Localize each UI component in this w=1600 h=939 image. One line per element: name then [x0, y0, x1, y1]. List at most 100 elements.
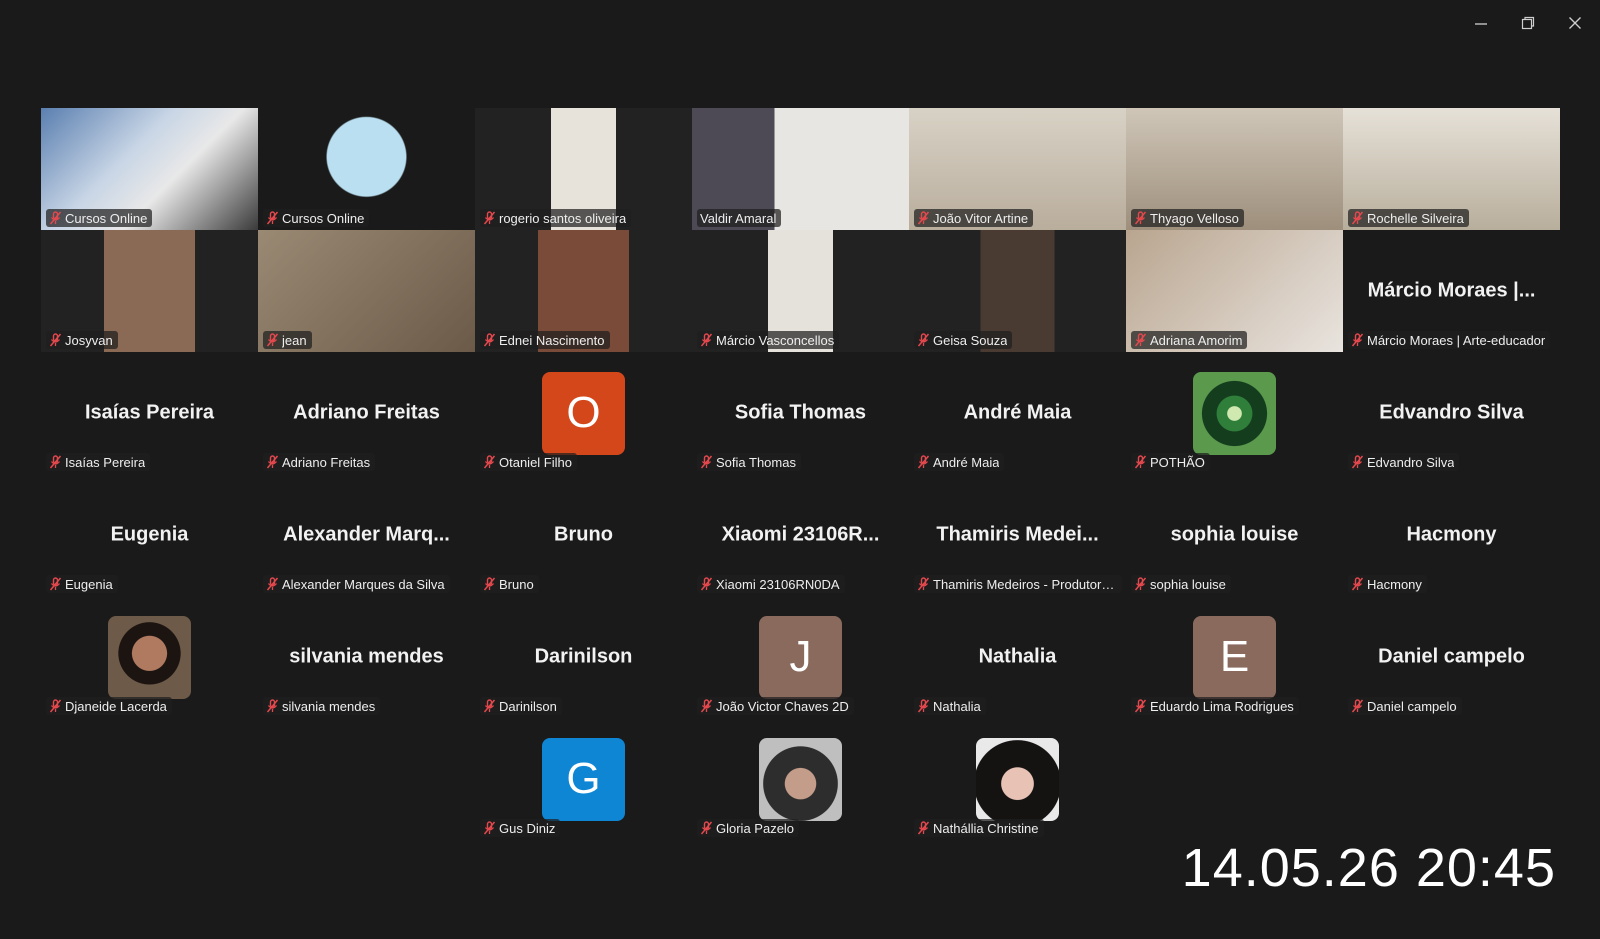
participant-tile[interactable]: André Maia André Maia	[909, 352, 1126, 474]
participant-tile[interactable]: Cursos Online	[41, 108, 258, 230]
participant-name: Isaías Pereira	[65, 454, 146, 470]
participant-name: Thamiris Medeiros - Produtora ...	[933, 576, 1117, 592]
participant-name-label: João Victor Chaves 2D	[697, 697, 854, 715]
muted-mic-icon	[1134, 211, 1147, 225]
participant-name: Ednei Nascimento	[499, 332, 605, 348]
minimize-button[interactable]	[1468, 10, 1494, 36]
participant-display-name: Bruno	[554, 523, 613, 546]
participant-tile[interactable]: Adriana Amorim	[1126, 230, 1343, 352]
participant-name-label: Alexander Marques da Silva	[263, 575, 450, 593]
close-icon	[1569, 17, 1581, 29]
restore-icon	[1521, 16, 1535, 30]
participant-name-label: jean	[263, 331, 312, 349]
participant-display-name: Hacmony	[1406, 523, 1497, 546]
participant-name-label: Isaías Pereira	[46, 453, 151, 471]
avatar-photo	[108, 615, 191, 699]
participant-tile[interactable]: Hacmony Hacmony	[1343, 474, 1560, 596]
participant-tile[interactable]: rogerio santos oliveira	[475, 108, 692, 230]
participant-name-label: João Vitor Artine	[914, 209, 1034, 227]
participant-tile[interactable]: Márcio Moraes |... Márcio Moraes | Arte-e…	[1343, 230, 1560, 352]
participant-name-label: Thamiris Medeiros - Produtora ...	[914, 575, 1122, 593]
participant-tile[interactable]: O Otaniel Filho	[475, 352, 692, 474]
participant-name: Sofia Thomas	[716, 454, 796, 470]
muted-mic-icon	[266, 211, 279, 225]
participant-tile[interactable]: POTHÃO	[1126, 352, 1343, 474]
participant-name-label: rogerio santos oliveira	[480, 209, 632, 227]
participant-tile[interactable]: Valdir Amaral	[692, 108, 909, 230]
participant-tile[interactable]: Thamiris Medei... Thamiris Medeiros - Pro…	[909, 474, 1126, 596]
participant-tile[interactable]: jean	[258, 230, 475, 352]
participant-tile[interactable]: Josyvan	[41, 230, 258, 352]
participant-name-label: Gus Diniz	[480, 819, 561, 837]
muted-mic-icon	[483, 577, 496, 591]
participant-tile[interactable]: Rochelle Silveira	[1343, 108, 1560, 230]
participant-tile[interactable]: silvania mendes silvania mendes	[258, 596, 475, 718]
participant-name-label: Daniel campelo	[1348, 697, 1462, 715]
participant-display-name: Márcio Moraes |...	[1367, 279, 1536, 302]
participant-tile[interactable]: Nathalia Nathalia	[909, 596, 1126, 718]
participant-name: Darinilson	[499, 698, 557, 714]
participant-name-label: silvania mendes	[263, 697, 381, 715]
participant-tile[interactable]: Edvandro Silva Edvandro Silva	[1343, 352, 1560, 474]
participant-tile[interactable]: Cursos Online	[258, 108, 475, 230]
participant-tile[interactable]: sophia louise sophia louise	[1126, 474, 1343, 596]
participant-tile[interactable]: Xiaomi 23106R... Xiaomi 23106RN0DA	[692, 474, 909, 596]
participant-tile[interactable]: Bruno Bruno	[475, 474, 692, 596]
participant-tile[interactable]: Eugenia Eugenia	[41, 474, 258, 596]
participant-name: Djaneide Lacerda	[65, 698, 167, 714]
participant-name-label: Hacmony	[1348, 575, 1427, 593]
muted-mic-icon	[483, 699, 496, 713]
avatar: J	[759, 615, 842, 699]
participant-name-label: Thyago Velloso	[1131, 209, 1244, 227]
close-button[interactable]	[1562, 10, 1588, 36]
participant-name-label: Adriana Amorim	[1131, 331, 1248, 349]
timestamp-overlay: 14.05.26 20:45	[1181, 838, 1556, 898]
participant-display-name: Isaías Pereira	[85, 401, 214, 424]
participant-tile[interactable]: Ednei Nascimento	[475, 230, 692, 352]
participant-name-label: Otaniel Filho	[480, 453, 577, 471]
participant-name: jean	[282, 332, 307, 348]
participant-name: Adriana Amorim	[1150, 332, 1243, 348]
participant-name: rogerio santos oliveira	[499, 210, 627, 226]
participant-name-label: Nathállia Christine	[914, 819, 1044, 837]
participant-name: Gus Diniz	[499, 820, 556, 836]
participant-tile[interactable]: Nathállia Christine	[909, 718, 1126, 840]
participant-name-label: Rochelle Silveira	[1348, 209, 1469, 227]
participant-name-label: Valdir Amaral	[697, 209, 782, 227]
participant-tile[interactable]: Alexander Marq... Alexander Marques da Si…	[258, 474, 475, 596]
participant-name-label: Cursos Online	[46, 209, 153, 227]
participant-tile[interactable]: Gloria Pazelo	[692, 718, 909, 840]
participant-tile[interactable]: Darinilson Darinilson	[475, 596, 692, 718]
participant-name-label: Edvandro Silva	[1348, 453, 1460, 471]
participant-display-name: sophia louise	[1170, 523, 1299, 546]
participant-tile[interactable]: Thyago Velloso	[1126, 108, 1343, 230]
muted-mic-icon	[1134, 333, 1147, 347]
participant-name: Eugenia	[65, 576, 113, 592]
participant-tile[interactable]: João Vitor Artine	[909, 108, 1126, 230]
participant-display-name: Adriano Freitas	[293, 401, 440, 424]
muted-mic-icon	[917, 455, 930, 469]
participant-tile[interactable]: G Gus Diniz	[475, 718, 692, 840]
participant-tile[interactable]: Sofia Thomas Sofia Thomas	[692, 352, 909, 474]
participant-name-label: Márcio Moraes | Arte-educador	[1348, 331, 1551, 349]
muted-mic-icon	[266, 455, 279, 469]
participant-tile[interactable]: Daniel campelo Daniel campelo	[1343, 596, 1560, 718]
participant-tile[interactable]: Márcio Vasconcellos	[692, 230, 909, 352]
participant-name: Hacmony	[1367, 576, 1422, 592]
participant-tile[interactable]: Djaneide Lacerda	[41, 596, 258, 718]
participant-name: Valdir Amaral	[700, 210, 777, 226]
participant-display-name: Nathalia	[978, 645, 1057, 668]
participant-tile[interactable]: E Eduardo Lima Rodrigues	[1126, 596, 1343, 718]
participant-name: Thyago Velloso	[1150, 210, 1239, 226]
participant-tile[interactable]: J João Victor Chaves 2D	[692, 596, 909, 718]
restore-button[interactable]	[1515, 10, 1541, 36]
muted-mic-icon	[700, 333, 713, 347]
muted-mic-icon	[266, 333, 279, 347]
participant-tile[interactable]: Geisa Souza	[909, 230, 1126, 352]
participant-name-label: Bruno	[480, 575, 539, 593]
muted-mic-icon	[1134, 577, 1147, 591]
participant-name: João Victor Chaves 2D	[716, 698, 849, 714]
avatar-photo	[1193, 371, 1276, 455]
participant-tile[interactable]: Isaías Pereira Isaías Pereira	[41, 352, 258, 474]
participant-tile[interactable]: Adriano Freitas Adriano Freitas	[258, 352, 475, 474]
